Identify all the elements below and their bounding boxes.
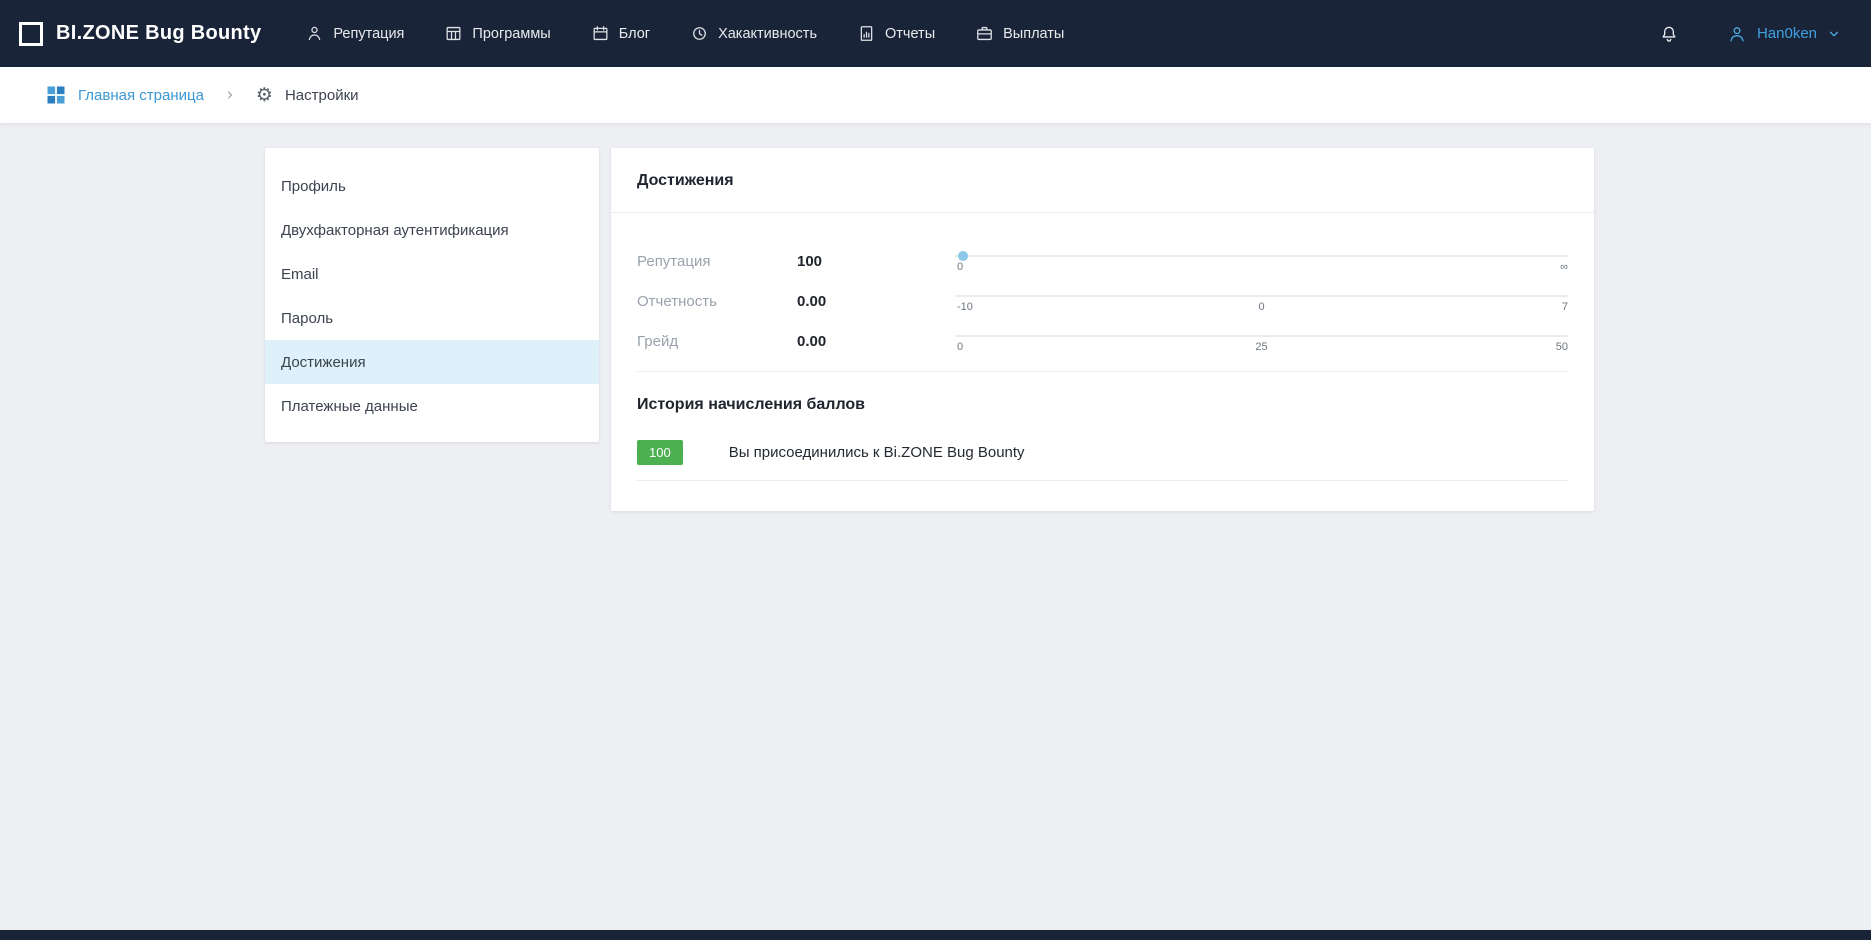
hacktivity-icon — [690, 24, 709, 43]
nav-right: Han0ken — [1659, 24, 1841, 44]
payouts-icon — [975, 24, 994, 43]
metric-value: 0.00 — [797, 293, 955, 310]
nav-item-reputation[interactable]: Репутация — [305, 24, 404, 43]
nav-item-label: Репутация — [333, 26, 404, 42]
notifications-bell-icon[interactable] — [1659, 24, 1679, 44]
slider-track — [955, 255, 1568, 257]
panel-title: Достижения — [611, 148, 1594, 213]
menu-item-two-factor[interactable]: Двухфакторная аутентификация — [265, 208, 599, 252]
scale-max-label: ∞ — [1560, 261, 1568, 273]
logo[interactable]: BI.ZONE Bug Bounty — [18, 21, 261, 47]
menu-item-profile[interactable]: Профиль — [265, 164, 599, 208]
reputation-scale-slider: 0 ∞ — [955, 249, 1568, 273]
settings-page: Профиль Двухфакторная аутентификация Ema… — [0, 123, 1871, 511]
footer-strip — [0, 930, 1871, 940]
metric-row-grade: Грейд 0.00 0 25 50 — [637, 321, 1568, 361]
history-title: История начисления баллов — [637, 396, 1568, 414]
reputation-icon — [305, 24, 324, 43]
metric-value: 0.00 — [797, 333, 955, 350]
nav-item-label: Отчеты — [885, 26, 935, 42]
nav-item-label: Программы — [472, 26, 550, 42]
breadcrumb-home-link[interactable]: Главная страница — [78, 87, 204, 104]
metric-label: Репутация — [637, 253, 797, 270]
panel-body: Репутация 100 0 ∞ Отчетность 0.00 -10 0 … — [611, 213, 1594, 511]
user-icon — [1727, 24, 1747, 44]
gear-icon: ⚙ — [256, 86, 273, 105]
grade-scale-slider: 0 25 50 — [955, 329, 1568, 353]
blog-icon — [591, 24, 610, 43]
user-menu[interactable]: Han0ken — [1727, 24, 1841, 44]
scale-mid-label: 0 — [1258, 301, 1264, 313]
chevron-down-icon — [1827, 27, 1841, 41]
scale-min-label: 0 — [957, 261, 963, 273]
main-nav: Репутация Программы Блог Хакактивность О… — [305, 24, 1064, 43]
scale-min-label: 0 — [957, 341, 963, 353]
user-name: Han0ken — [1757, 25, 1817, 42]
top-nav: BI.ZONE Bug Bounty Репутация Программы Б… — [0, 0, 1871, 67]
menu-item-password[interactable]: Пароль — [265, 296, 599, 340]
breadcrumb-separator-icon — [224, 89, 236, 101]
reports-icon — [857, 24, 876, 43]
settings-menu: Профиль Двухфакторная аутентификация Ema… — [265, 148, 599, 442]
scale-mid-label: 25 — [1255, 341, 1267, 353]
nav-item-blog[interactable]: Блог — [591, 24, 650, 43]
nav-item-label: Выплаты — [1003, 26, 1064, 42]
nav-item-label: Блог — [619, 26, 650, 42]
home-grid-icon — [46, 85, 66, 105]
points-badge: 100 — [637, 440, 683, 465]
section-divider — [637, 371, 1568, 372]
metric-row-reporting: Отчетность 0.00 -10 0 7 — [637, 281, 1568, 321]
slider-track — [955, 335, 1568, 337]
menu-item-email[interactable]: Email — [265, 252, 599, 296]
metric-row-reputation: Репутация 100 0 ∞ — [637, 241, 1568, 281]
scale-min-label: -10 — [957, 301, 973, 313]
reporting-scale-slider: -10 0 7 — [955, 289, 1568, 313]
scale-max-label: 50 — [1556, 341, 1568, 353]
history-entry-text: Вы присоединились к Bi.ZONE Bug Bounty — [729, 444, 1025, 461]
metric-label: Грейд — [637, 333, 797, 350]
app-title: BI.ZONE Bug Bounty — [56, 22, 261, 45]
nav-item-reports[interactable]: Отчеты — [857, 24, 935, 43]
breadcrumb: Главная страница ⚙ Настройки — [0, 67, 1871, 123]
metric-value: 100 — [797, 253, 955, 270]
scale-max-label: 7 — [1562, 301, 1568, 313]
slider-handle — [958, 251, 968, 261]
menu-item-payment-details[interactable]: Платежные данные — [265, 384, 599, 428]
bizone-logo-icon — [18, 21, 44, 47]
programs-icon — [444, 24, 463, 43]
slider-track — [955, 295, 1568, 297]
menu-item-achievements[interactable]: Достижения — [265, 340, 599, 384]
history-entry: 100 Вы присоединились к Bi.ZONE Bug Boun… — [637, 440, 1568, 481]
nav-item-hacktivity[interactable]: Хакактивность — [690, 24, 817, 43]
breadcrumb-current: Настройки — [285, 87, 359, 104]
nav-item-payouts[interactable]: Выплаты — [975, 24, 1064, 43]
nav-item-label: Хакактивность — [718, 26, 817, 42]
nav-item-programs[interactable]: Программы — [444, 24, 550, 43]
achievements-panel: Достижения Репутация 100 0 ∞ Отчетность … — [611, 148, 1594, 511]
metric-label: Отчетность — [637, 293, 797, 310]
